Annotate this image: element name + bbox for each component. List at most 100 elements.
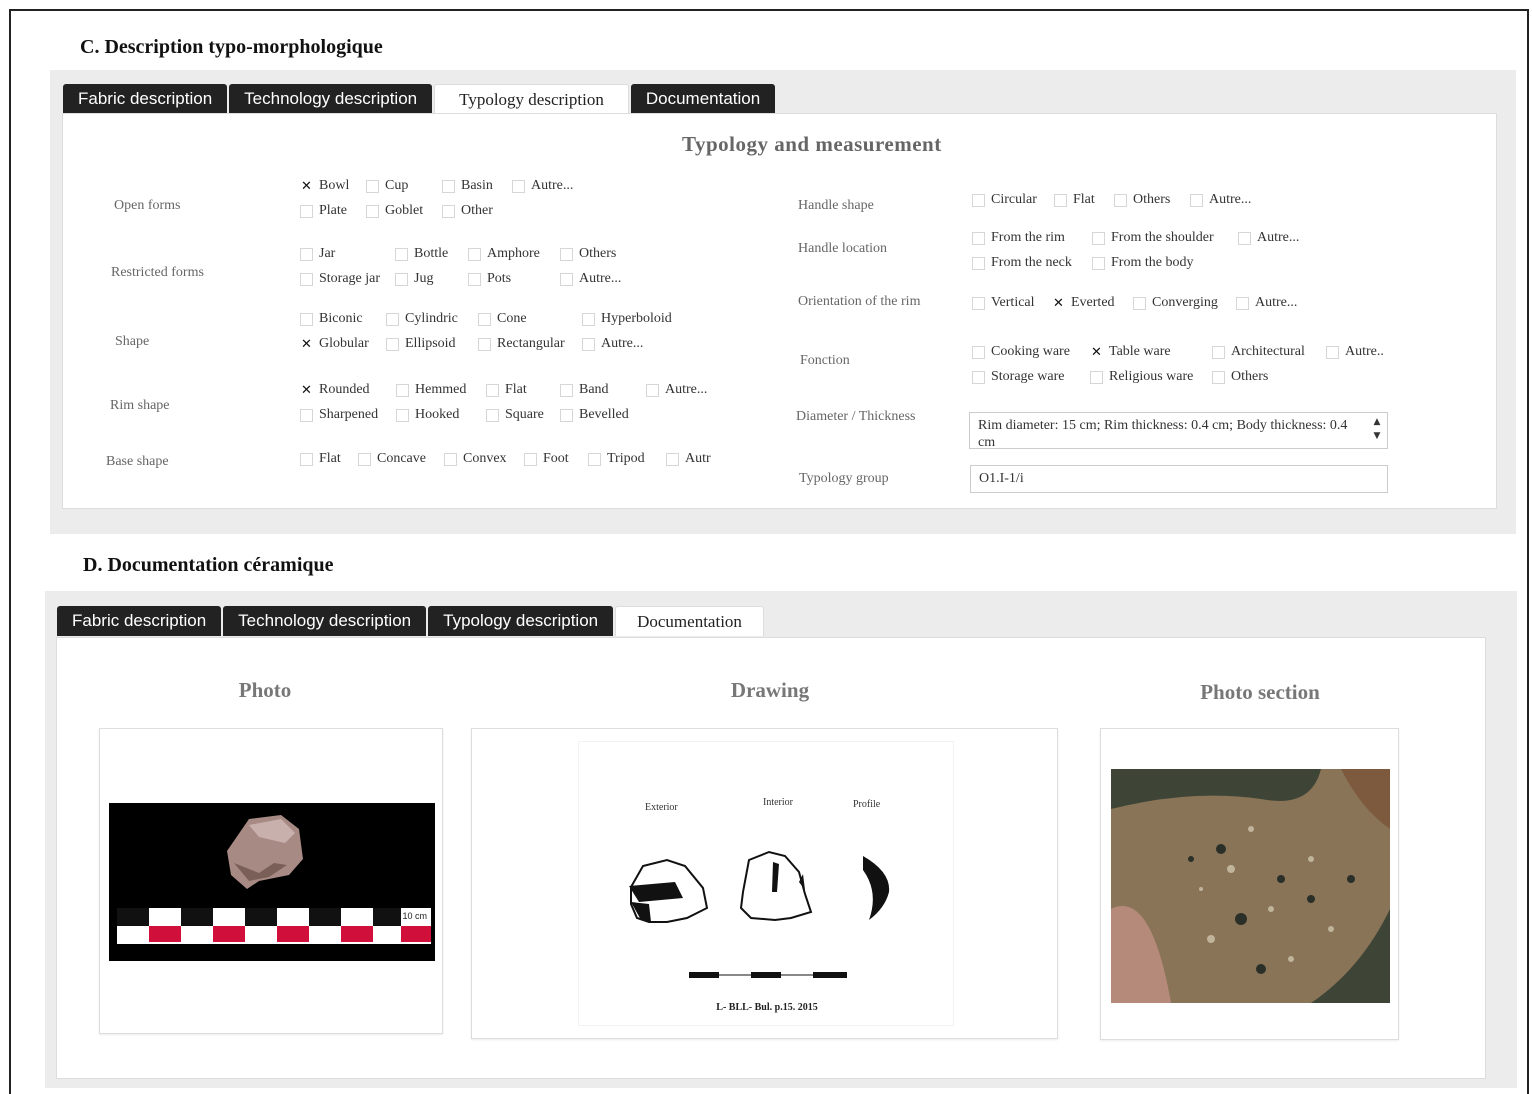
rim-shape-option-square[interactable]: Square [486, 407, 544, 423]
shape-option-ellipsoid[interactable]: Ellipsoid [386, 336, 456, 352]
checkbox[interactable] [468, 247, 481, 261]
shape-option-hyperboloid[interactable]: Hyperboloid [582, 311, 672, 327]
checkbox[interactable] [300, 272, 313, 286]
open-forms-option-autre[interactable]: Autre... [512, 178, 573, 194]
base-shape-option-flat[interactable]: Flat [300, 451, 341, 467]
restricted-forms-option-others[interactable]: Others [560, 246, 616, 262]
checkbox[interactable] [1114, 193, 1127, 207]
shape-option-rectangular[interactable]: Rectangular [478, 336, 565, 352]
checkbox[interactable] [300, 247, 313, 261]
rim-orientation-option-converging[interactable]: Converging [1133, 295, 1218, 311]
open-forms-option-cup[interactable]: Cup [366, 178, 408, 194]
checkbox[interactable] [972, 345, 985, 359]
checkbox[interactable] [300, 204, 313, 218]
checkbox[interactable] [1190, 193, 1203, 207]
checkbox[interactable] [300, 452, 313, 466]
restricted-forms-option-jug[interactable]: Jug [395, 271, 433, 287]
base-shape-option-autr[interactable]: Autr [666, 451, 711, 467]
fonction-option-architectural[interactable]: Architectural [1212, 344, 1305, 360]
checkbox[interactable] [366, 204, 379, 218]
open-forms-option-basin[interactable]: Basin [442, 178, 493, 194]
photo-card[interactable]: 10 cm [99, 728, 443, 1034]
checkbox[interactable] [972, 231, 985, 245]
checkbox[interactable] [582, 312, 595, 326]
checkbox[interactable] [972, 370, 985, 384]
restricted-forms-option-bottle[interactable]: Bottle [395, 246, 448, 262]
checkbox[interactable] [478, 312, 491, 326]
checked-icon[interactable]: ✕ [300, 338, 313, 351]
checkbox[interactable] [1212, 370, 1225, 384]
checkbox[interactable] [588, 452, 601, 466]
open-forms-option-other[interactable]: Other [442, 203, 493, 219]
rim-orientation-option-vertical[interactable]: Vertical [972, 295, 1035, 311]
tab-typology-description[interactable]: Typology description [428, 606, 614, 636]
checkbox[interactable] [666, 452, 679, 466]
tab-fabric-description[interactable]: Fabric description [63, 84, 228, 114]
checkbox[interactable] [395, 247, 408, 261]
restricted-forms-option-amphore[interactable]: Amphore [468, 246, 540, 262]
handle-location-option-from-the-body[interactable]: From the body [1092, 255, 1193, 271]
spinner-icon[interactable]: ▲ ▼ [1369, 415, 1385, 443]
checkbox[interactable] [524, 452, 537, 466]
checkbox[interactable] [300, 408, 313, 422]
checkbox[interactable] [442, 204, 455, 218]
checkbox[interactable] [1238, 231, 1251, 245]
open-forms-option-goblet[interactable]: Goblet [366, 203, 423, 219]
checkbox[interactable] [1054, 193, 1067, 207]
fonction-option-storage-ware[interactable]: Storage ware [972, 369, 1064, 385]
rim-shape-option-flat[interactable]: Flat [486, 382, 527, 398]
checkbox[interactable] [646, 383, 659, 397]
handle-shape-option-circular[interactable]: Circular [972, 192, 1037, 208]
checkbox[interactable] [582, 337, 595, 351]
checkbox[interactable] [468, 272, 481, 286]
typology-group-input[interactable]: O1.I-1/i [970, 465, 1388, 493]
checkbox[interactable] [972, 296, 985, 310]
handle-shape-option-flat[interactable]: Flat [1054, 192, 1095, 208]
section-photo[interactable] [1111, 769, 1390, 1003]
tab-technology-description[interactable]: Technology description [223, 606, 427, 636]
fonction-option-table-ware[interactable]: ✕ Table ware [1090, 344, 1171, 360]
fonction-option-cooking-ware[interactable]: Cooking ware [972, 344, 1070, 360]
tab-typology-description[interactable]: Typology description [434, 84, 629, 114]
drawing-image[interactable]: Exterior Interior Profile L- BLL- Bul. p… [578, 741, 954, 1026]
restricted-forms-option-pots[interactable]: Pots [468, 271, 511, 287]
checkbox[interactable] [395, 272, 408, 286]
base-shape-option-tripod[interactable]: Tripod [588, 451, 645, 467]
handle-location-option-autre[interactable]: Autre... [1238, 230, 1299, 246]
fonction-option-others[interactable]: Others [1212, 369, 1268, 385]
tab-documentation[interactable]: Documentation [615, 606, 764, 636]
checkbox[interactable] [478, 337, 491, 351]
restricted-forms-option-autre[interactable]: Autre... [560, 271, 621, 287]
open-forms-option-plate[interactable]: Plate [300, 203, 347, 219]
shape-option-autre[interactable]: Autre... [582, 336, 643, 352]
handle-location-option-from-the-rim[interactable]: From the rim [972, 230, 1065, 246]
checkbox[interactable] [386, 312, 399, 326]
drawing-card[interactable]: Exterior Interior Profile L- BLL- Bul. p… [471, 728, 1058, 1039]
checkbox[interactable] [972, 256, 985, 270]
handle-shape-option-autre[interactable]: Autre... [1190, 192, 1251, 208]
restricted-forms-option-storage-jar[interactable]: Storage jar [300, 271, 380, 287]
checked-icon[interactable]: ✕ [300, 384, 313, 397]
checkbox[interactable] [444, 452, 457, 466]
base-shape-option-convex[interactable]: Convex [444, 451, 507, 467]
checkbox[interactable] [560, 408, 573, 422]
restricted-forms-option-jar[interactable]: Jar [300, 246, 335, 262]
rim-orientation-option-everted[interactable]: ✕ Everted [1052, 295, 1114, 311]
checkbox[interactable] [560, 272, 573, 286]
tab-fabric-description[interactable]: Fabric description [57, 606, 222, 636]
base-shape-option-foot[interactable]: Foot [524, 451, 569, 467]
checkbox[interactable] [1326, 345, 1339, 359]
checked-icon[interactable]: ✕ [1052, 297, 1065, 310]
fonction-option-autre[interactable]: Autre.. [1326, 344, 1384, 360]
checkbox[interactable] [358, 452, 371, 466]
tab-documentation[interactable]: Documentation [630, 84, 776, 114]
checkbox[interactable] [1092, 256, 1105, 270]
handle-location-option-from-the-neck[interactable]: From the neck [972, 255, 1072, 271]
checkbox[interactable] [512, 179, 525, 193]
fonction-option-religious-ware[interactable]: Religious ware [1090, 369, 1193, 385]
shape-option-globular[interactable]: ✕ Globular [300, 336, 369, 352]
checkbox[interactable] [366, 179, 379, 193]
checked-icon[interactable]: ✕ [1090, 346, 1103, 359]
checkbox[interactable] [1090, 370, 1103, 384]
rim-orientation-option-autre[interactable]: Autre... [1236, 295, 1297, 311]
